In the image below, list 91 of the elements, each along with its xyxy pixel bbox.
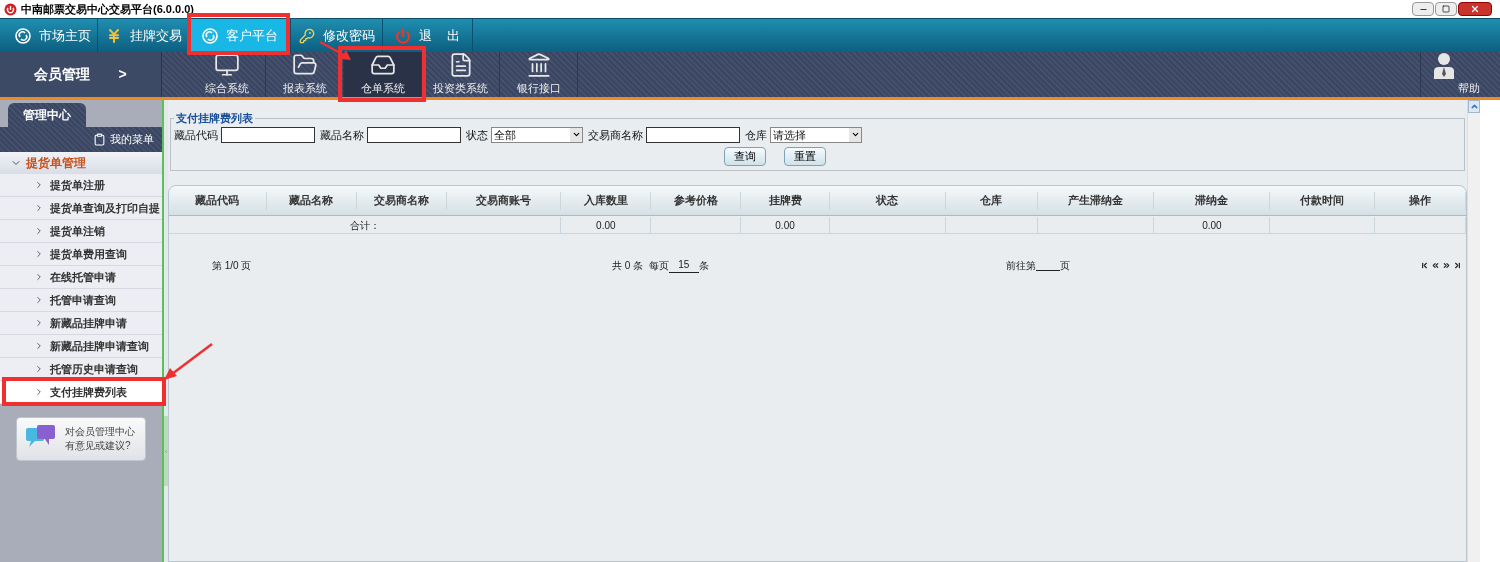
module-tab[interactable]: 银行接口: [500, 52, 578, 97]
filter-button[interactable]: 查询: [724, 147, 766, 166]
last-page-button[interactable]: [1453, 260, 1462, 270]
annotation-arrow: [162, 342, 214, 382]
previous-page-button[interactable]: [1431, 260, 1440, 270]
feedback-button[interactable]: 对会员管理中心 有意见或建议?: [16, 417, 146, 461]
chevron-icon: [34, 341, 44, 351]
chevron-icon: [34, 295, 44, 305]
dropdown-field[interactable]: 请选择: [770, 126, 862, 143]
chevron-icon: [34, 272, 44, 282]
chevron-icon: [34, 249, 44, 259]
menu-item[interactable]: 提货单注销: [0, 220, 162, 243]
column-header: 交易商名称: [356, 191, 447, 210]
feedback-text: 对会员管理中心: [65, 425, 135, 439]
swirl-icon: [202, 27, 218, 44]
record-count: 共 0 条: [612, 258, 645, 273]
filter-button[interactable]: 重置: [784, 147, 826, 166]
person-icon: [1432, 52, 1456, 81]
section-label: 会员管理: [34, 65, 91, 84]
per-page-label: 每页: [648, 258, 669, 273]
chevron-icon: [34, 318, 44, 328]
minimize-button[interactable]: [1412, 2, 1434, 16]
annotation-arrow: [318, 40, 352, 62]
collapse-handle[interactable]: [164, 416, 168, 486]
dropdown-field[interactable]: 全部: [491, 126, 583, 143]
monitor-icon: [213, 52, 240, 79]
key-icon: [298, 27, 315, 44]
text-field[interactable]: [646, 126, 740, 143]
menu-item[interactable]: 提货单注册: [0, 174, 162, 197]
text-field[interactable]: [367, 126, 461, 143]
column-header: 藏品名称: [266, 191, 357, 210]
column-header: 操作: [1375, 191, 1466, 210]
menu-item[interactable]: 提货单查询及打印自提: [0, 197, 162, 220]
chevron-icon: [34, 226, 44, 236]
help-button[interactable]: 帮助: [1420, 52, 1480, 97]
menu-item[interactable]: 新藏品挂牌申请: [0, 312, 162, 335]
column-header: 滞纳金: [1154, 191, 1271, 210]
window-title: 中南邮票交易中心交易平台(6.0.0.0): [21, 1, 194, 17]
total-cell: 0.00: [561, 217, 652, 233]
sidebar-tab[interactable]: 管理中心: [8, 103, 86, 127]
total-cell: 0.00: [1154, 217, 1271, 233]
next-page-button[interactable]: [1442, 260, 1451, 270]
close-icon: [1470, 4, 1480, 14]
column-header: 参考价格: [651, 191, 742, 210]
column-header: 状态: [829, 191, 946, 210]
maximize-icon: [1442, 5, 1450, 13]
page-indicator: 第 1/0 页: [212, 258, 253, 273]
field-label: 藏品代码: [174, 127, 218, 143]
chevron-icon: [34, 387, 44, 397]
clipboard-icon: [93, 133, 106, 146]
chevron-text: >: [118, 65, 127, 84]
total-cell: 0.00: [741, 217, 830, 233]
column-header: 付款时间: [1270, 191, 1376, 210]
feedback-text: 有意见或建议?: [65, 439, 132, 453]
menu-item[interactable]: 提货单费用查询: [0, 243, 162, 266]
first-page-button[interactable]: [1420, 260, 1429, 270]
scroll-up-icon: [1469, 102, 1479, 111]
chevron-icon: [34, 203, 44, 213]
module-tab[interactable]: 综合系统: [188, 52, 266, 97]
column-header: 产生滞纳金: [1037, 191, 1155, 210]
power-icon: [395, 27, 412, 44]
goto-label: 前往第: [1005, 258, 1036, 273]
chevron-icon: [34, 180, 44, 190]
scrollbar[interactable]: [1467, 100, 1480, 562]
text-field[interactable]: [221, 126, 315, 143]
goto-unit: 页: [1059, 258, 1070, 273]
my-menu-label[interactable]: 我的菜单: [110, 131, 154, 148]
bank-icon: [525, 52, 552, 79]
menu-group-header[interactable]: 提货单管理: [0, 152, 162, 174]
column-header: 挂牌费: [741, 191, 830, 210]
per-page-field[interactable]: 15: [668, 257, 699, 273]
per-page-unit: 条: [698, 258, 709, 273]
column-header: 仓库: [945, 191, 1038, 210]
column-header: 入库数里: [561, 191, 652, 210]
module-tab[interactable]: 仓单系统: [344, 52, 422, 97]
column-header: 交易商账号: [446, 191, 562, 210]
module-tab[interactable]: 投资类系统: [422, 52, 500, 97]
menu-item[interactable]: 托管申请查询: [0, 289, 162, 312]
close-button[interactable]: [1458, 2, 1492, 16]
column-header: 藏品代码: [169, 191, 267, 210]
field-label: 藏品名称: [320, 127, 364, 143]
maximize-button[interactable]: [1435, 2, 1457, 16]
field-label: 交易商名称: [588, 127, 643, 143]
chevron-icon: [34, 364, 44, 374]
total-label: 合计：: [169, 217, 562, 233]
swirl-icon: [14, 27, 31, 44]
menu-item[interactable]: 在线托管申请: [0, 266, 162, 289]
field-label: 仓库: [745, 127, 767, 143]
menu-item[interactable]: 新藏品挂牌申请查询: [0, 335, 162, 358]
panel-title: 支付挂牌费列表: [175, 111, 254, 126]
field-label: 状态: [466, 127, 488, 143]
